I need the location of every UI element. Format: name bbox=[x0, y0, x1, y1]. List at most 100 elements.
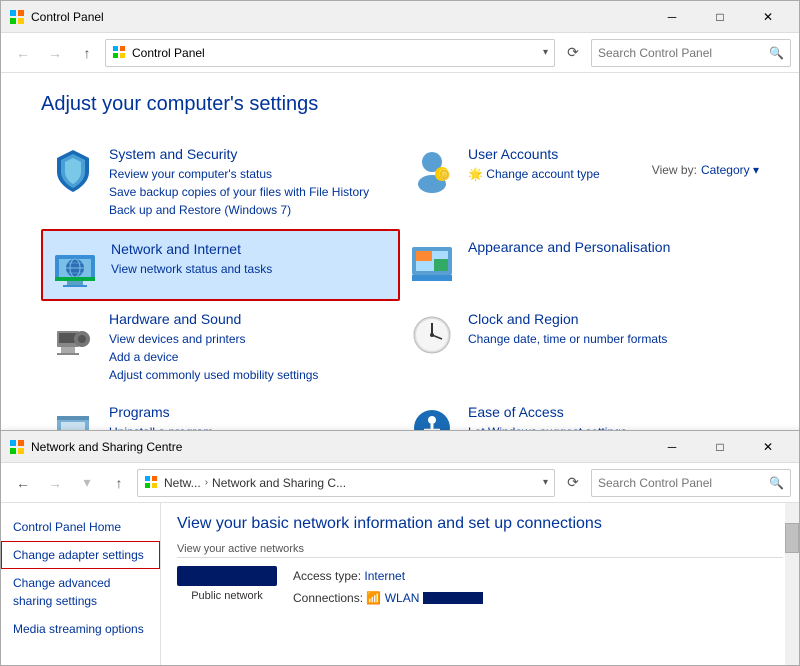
category-clock-region[interactable]: Clock and Region Change date, time or nu… bbox=[400, 301, 759, 394]
nsc-body: Control Panel Home Change adapter settin… bbox=[1, 503, 799, 665]
cat-title-network-internet[interactable]: Network and Internet bbox=[111, 241, 272, 257]
address-nsc-1: Netw... bbox=[164, 476, 201, 490]
cat-content-appearance: Appearance and Personalisation bbox=[468, 239, 670, 258]
view-by-label: View by: bbox=[652, 163, 697, 177]
search-icon-nsc: 🔍 bbox=[769, 476, 784, 490]
connections-icon: 📶 bbox=[366, 591, 381, 605]
cat-link-ss-3[interactable]: Back up and Restore (Windows 7) bbox=[109, 201, 369, 219]
access-type-value[interactable]: Internet bbox=[364, 569, 405, 583]
title-bar-controls-nsc: ─ □ ✕ bbox=[649, 432, 791, 462]
cat-content-clock-region: Clock and Region Change date, time or nu… bbox=[468, 311, 667, 348]
search-box-cp[interactable]: 🔍 bbox=[591, 39, 791, 67]
address-chevron-cp: ▾ bbox=[543, 47, 548, 58]
address-bar-nsc: ← → ▾ ↑ Netw... › Network and Sharing C.… bbox=[1, 463, 799, 503]
address-nsc-2: Network and Sharing C... bbox=[212, 476, 539, 490]
refresh-button-nsc[interactable]: ⟳ bbox=[559, 469, 587, 497]
network-name-bar bbox=[177, 566, 277, 586]
address-text-cp: Control Panel bbox=[132, 46, 539, 60]
nsc-network-left: Public network bbox=[177, 566, 277, 609]
up-button-cp[interactable]: ↑ bbox=[73, 39, 101, 67]
cat-link-cr-1[interactable]: Change date, time or number formats bbox=[468, 330, 667, 348]
nsc-sidebar: Control Panel Home Change adapter settin… bbox=[1, 503, 161, 665]
close-button-nsc[interactable]: ✕ bbox=[745, 432, 791, 462]
cat-link-ss-1[interactable]: Review your computer's status bbox=[109, 165, 369, 183]
nsc-section-label: View your active networks bbox=[177, 543, 783, 558]
icon-system-security bbox=[49, 146, 97, 194]
svg-text:🪙: 🪙 bbox=[438, 168, 450, 181]
cat-link-hs-1[interactable]: View devices and printers bbox=[109, 330, 318, 348]
sidebar-item-change-adapter[interactable]: Change adapter settings bbox=[1, 541, 160, 569]
cat-link-ua-1[interactable]: 🌟 Change account type bbox=[468, 165, 600, 183]
address-separator: › bbox=[205, 477, 208, 488]
connections-value[interactable]: WLAN bbox=[385, 591, 420, 605]
cat-title-programs[interactable]: Programs bbox=[109, 404, 213, 420]
access-type-label: Access type: bbox=[293, 569, 361, 583]
nsc-network-row: Public network Access type: Internet Con… bbox=[177, 566, 783, 609]
page-title-cp: Adjust your computer's settings bbox=[41, 93, 759, 116]
nsc-address-icon bbox=[144, 475, 160, 491]
sidebar-item-home[interactable]: Control Panel Home bbox=[1, 513, 160, 541]
icon-network-internet bbox=[51, 241, 99, 289]
nsc-main-content: View your basic network information and … bbox=[161, 503, 799, 665]
category-hardware-sound[interactable]: Hardware and Sound View devices and prin… bbox=[41, 301, 400, 394]
refresh-button-cp[interactable]: ⟳ bbox=[559, 39, 587, 67]
cat-link-ss-2[interactable]: Save backup copies of your files with Fi… bbox=[109, 183, 369, 201]
cat-content-user-accounts: User Accounts 🌟 Change account type bbox=[468, 146, 600, 183]
maximize-button-cp[interactable]: □ bbox=[697, 2, 743, 32]
search-input-nsc[interactable] bbox=[598, 476, 769, 490]
categories-grid: System and Security Review your computer… bbox=[41, 136, 759, 469]
cat-title-appearance[interactable]: Appearance and Personalisation bbox=[468, 239, 670, 255]
icon-hardware-sound bbox=[49, 311, 97, 359]
category-appearance[interactable]: Appearance and Personalisation bbox=[400, 229, 759, 301]
title-bar-controls-cp: ─ □ ✕ bbox=[649, 2, 791, 32]
cat-title-system-security[interactable]: System and Security bbox=[109, 146, 369, 162]
cat-content-hardware-sound: Hardware and Sound View devices and prin… bbox=[109, 311, 318, 384]
view-by-value[interactable]: Category ▾ bbox=[701, 163, 759, 177]
search-box-nsc[interactable]: 🔍 bbox=[591, 469, 791, 497]
close-button-cp[interactable]: ✕ bbox=[745, 2, 791, 32]
cat-title-user-accounts[interactable]: User Accounts bbox=[468, 146, 600, 162]
maximize-button-nsc[interactable]: □ bbox=[697, 432, 743, 462]
recent-btn-nsc[interactable]: ▾ bbox=[73, 469, 101, 497]
network-sharing-window: Network and Sharing Centre ─ □ ✕ ← → ▾ ↑… bbox=[0, 430, 800, 666]
up-button-nsc[interactable]: ↑ bbox=[105, 469, 133, 497]
title-bar-text-nsc: Network and Sharing Centre bbox=[31, 440, 649, 454]
network-label: Public network bbox=[191, 590, 263, 602]
nsc-title-icon bbox=[9, 439, 25, 455]
sidebar-item-media-streaming[interactable]: Media streaming options bbox=[1, 615, 160, 643]
nsc-heading: View your basic network information and … bbox=[177, 515, 783, 533]
connections-label: Connections: bbox=[293, 591, 363, 605]
scrollbar-track[interactable] bbox=[785, 503, 799, 665]
control-panel-window: Control Panel ─ □ ✕ ← → ↑ Control Panel … bbox=[0, 0, 800, 430]
title-bar-cp: Control Panel ─ □ ✕ bbox=[1, 1, 799, 33]
minimize-button-nsc[interactable]: ─ bbox=[649, 432, 695, 462]
cat-title-clock-region[interactable]: Clock and Region bbox=[468, 311, 667, 327]
category-user-accounts[interactable]: 🪙 User Accounts 🌟 Change account type bbox=[400, 136, 759, 229]
cat-link-hs-2[interactable]: Add a device bbox=[109, 348, 318, 366]
address-chevron-nsc: ▾ bbox=[543, 477, 548, 488]
cat-link-hs-3[interactable]: Adjust commonly used mobility settings bbox=[109, 366, 318, 384]
sidebar-item-advanced-sharing[interactable]: Change advanced sharing settings bbox=[1, 569, 160, 615]
address-box-cp[interactable]: Control Panel ▾ bbox=[105, 39, 555, 67]
icon-appearance bbox=[408, 239, 456, 287]
back-button-cp[interactable]: ← bbox=[9, 39, 37, 67]
address-bar-cp: ← → ↑ Control Panel ▾ ⟳ 🔍 bbox=[1, 33, 799, 73]
minimize-button-cp[interactable]: ─ bbox=[649, 2, 695, 32]
forward-button-cp[interactable]: → bbox=[41, 39, 69, 67]
scrollbar-thumb[interactable] bbox=[785, 523, 799, 553]
forward-button-nsc[interactable]: → bbox=[41, 469, 69, 497]
address-cp-icon bbox=[112, 45, 128, 61]
cat-title-ease-access[interactable]: Ease of Access bbox=[468, 404, 627, 420]
nsc-network-right: Access type: Internet Connections: 📶 WLA… bbox=[293, 566, 483, 609]
view-by-cp: View by: Category ▾ bbox=[652, 163, 759, 177]
title-bar-nsc: Network and Sharing Centre ─ □ ✕ bbox=[1, 431, 799, 463]
connections-row: Connections: 📶 WLAN bbox=[293, 588, 483, 610]
cat-link-ni-1[interactable]: View network status and tasks bbox=[111, 260, 272, 278]
address-box-nsc[interactable]: Netw... › Network and Sharing C... ▾ bbox=[137, 469, 555, 497]
back-button-nsc[interactable]: ← bbox=[9, 469, 37, 497]
category-network-internet[interactable]: Network and Internet View network status… bbox=[41, 229, 400, 301]
cat-content-system-security: System and Security Review your computer… bbox=[109, 146, 369, 219]
category-system-security[interactable]: System and Security Review your computer… bbox=[41, 136, 400, 229]
cat-title-hardware-sound[interactable]: Hardware and Sound bbox=[109, 311, 318, 327]
search-input-cp[interactable] bbox=[598, 46, 769, 60]
